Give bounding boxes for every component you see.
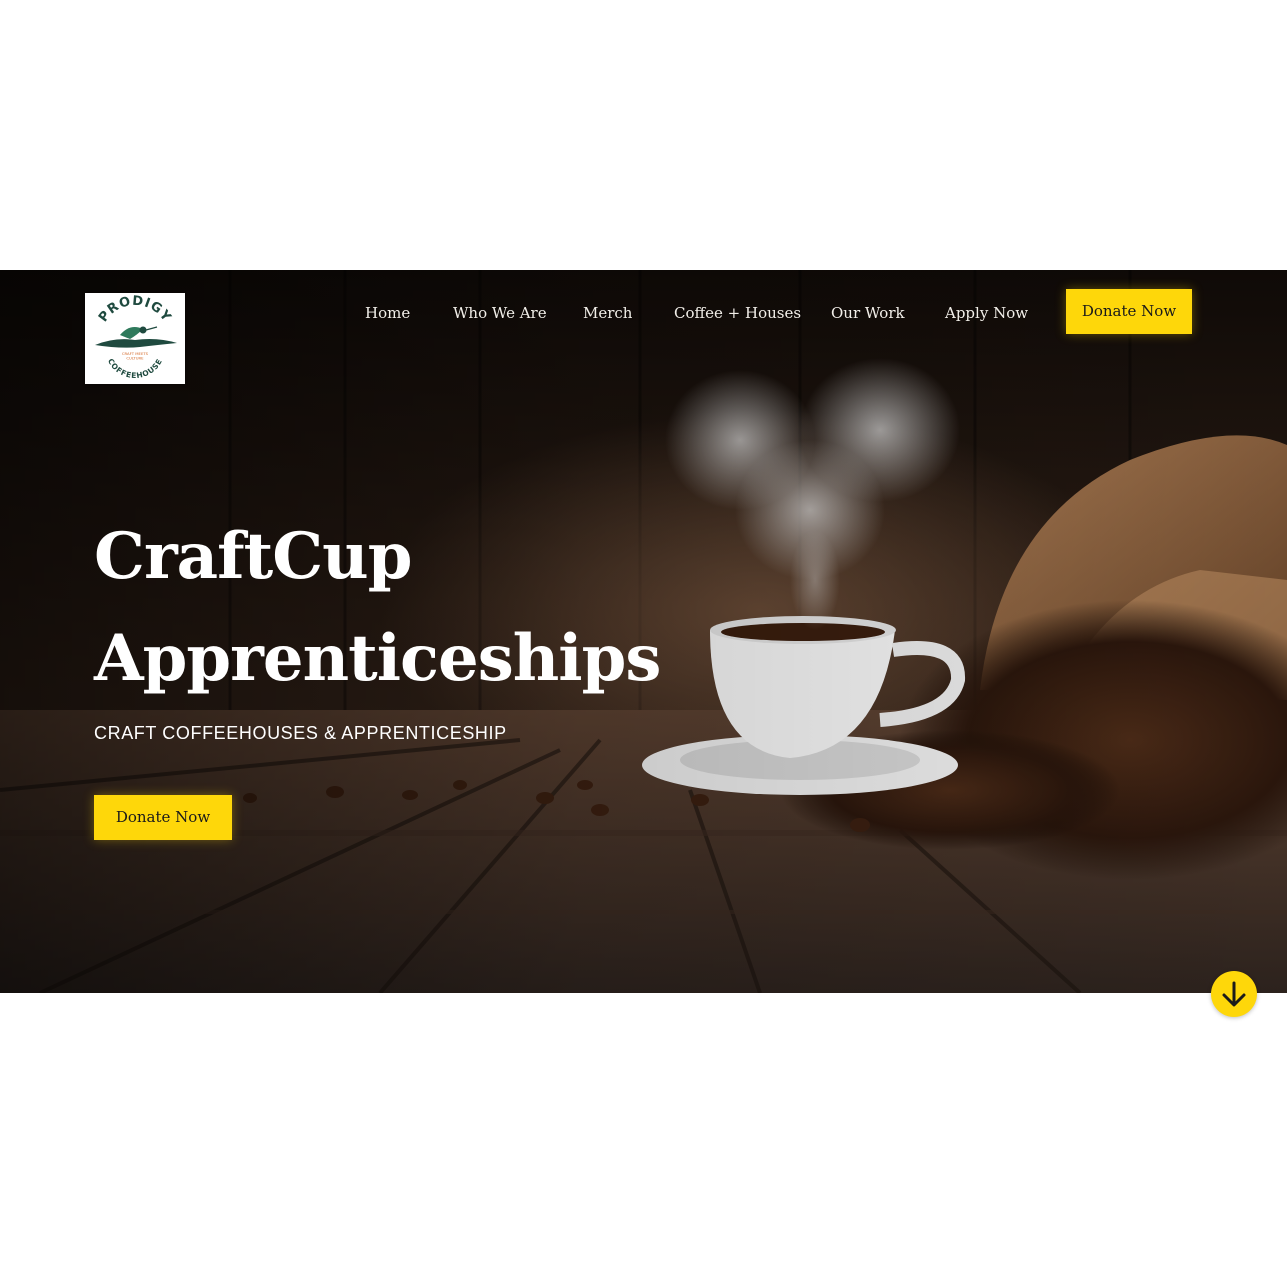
hero-title-line-1: CraftCup — [94, 519, 412, 594]
nav-item-merch[interactable]: Merch — [583, 302, 632, 324]
nav-item-our-work[interactable]: Our Work — [831, 302, 905, 324]
prodigy-coffeehouse-logo: PRODIGY COFFEEHOUSE CRAFT MEETS CULTURE — [95, 294, 177, 380]
hero-donate-button[interactable]: Donate Now — [94, 795, 232, 840]
logo-tagline-2: CULTURE — [126, 356, 144, 361]
hero-section: PRODIGY COFFEEHOUSE CRAFT MEETS CULTURE … — [0, 270, 1287, 993]
arrow-down-icon — [1222, 981, 1246, 1007]
nav-item-home[interactable]: Home — [365, 302, 410, 324]
hero-title: CraftCup Apprenticeships — [94, 506, 661, 710]
hero-title-line-2: Apprenticeships — [94, 621, 661, 696]
hero-subtitle: CRAFT COFFEEHOUSES & APPRENTICESHIP — [94, 723, 507, 743]
site-logo[interactable]: PRODIGY COFFEEHOUSE CRAFT MEETS CULTURE — [85, 293, 185, 384]
hummingbird-icon — [95, 326, 177, 348]
nav-item-apply-now[interactable]: Apply Now — [945, 302, 1028, 324]
nav-donate-button[interactable]: Donate Now — [1066, 289, 1192, 334]
nav-item-coffee-houses[interactable]: Coffee + Houses — [674, 302, 801, 324]
svg-text:PRODIGY: PRODIGY — [96, 294, 174, 325]
logo-name: PRODIGY — [96, 294, 173, 325]
scroll-down-button[interactable] — [1211, 971, 1257, 1017]
nav-item-who-we-are[interactable]: Who We Are — [453, 302, 547, 324]
